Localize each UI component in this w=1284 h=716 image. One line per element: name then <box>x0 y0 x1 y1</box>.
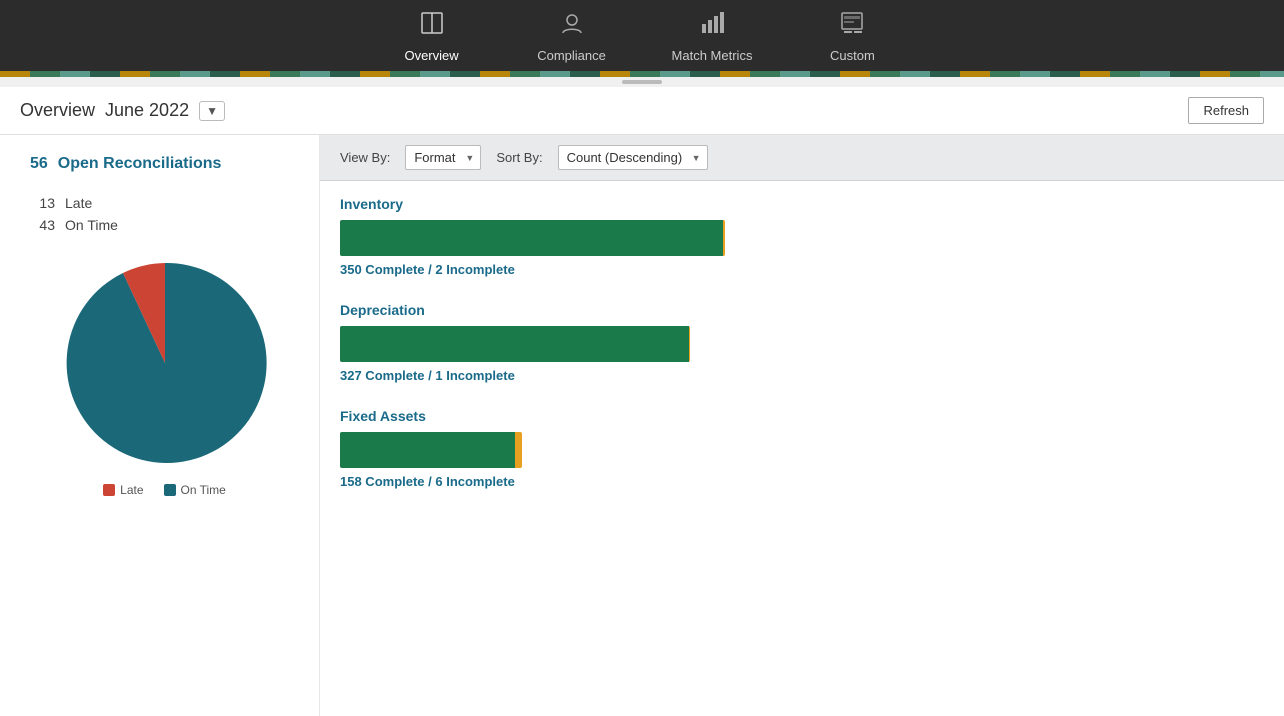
inventory-bar <box>340 220 725 256</box>
main-content: 56 Open Reconciliations 13 Late 43 On Ti… <box>0 135 1284 716</box>
inventory-title: Inventory <box>340 196 1264 212</box>
pie-chart <box>55 253 275 473</box>
sort-by-label: Sort By: <box>496 150 542 165</box>
nav-label-match-metrics: Match Metrics <box>672 48 753 63</box>
inventory-bar-complete <box>340 220 723 256</box>
date-dropdown-button[interactable]: ▼ <box>199 101 225 121</box>
inventory-stat: 350 Complete / 2 Incomplete <box>340 262 1264 277</box>
right-panel: View By: Format Status Owner Sort By: Co… <box>320 135 1284 716</box>
fixed-assets-stat: 158 Complete / 6 Incomplete <box>340 474 1264 489</box>
depreciation-title: Depreciation <box>340 302 1264 318</box>
fixed-assets-bar-complete <box>340 432 515 468</box>
compliance-icon <box>559 10 585 42</box>
sort-by-select[interactable]: Count (Descending) Count (Ascending) Nam… <box>558 145 708 170</box>
pie-chart-container: Late On Time <box>30 253 299 497</box>
open-count: 56 <box>30 155 48 173</box>
nav-label-compliance: Compliance <box>537 48 606 63</box>
legend-late-label: Late <box>120 483 143 497</box>
page-title-area: Overview June 2022 ▼ <box>20 100 225 121</box>
nav-indicator-bar <box>622 80 662 84</box>
page-header: Overview June 2022 ▼ Refresh <box>0 87 1284 135</box>
chart-section-fixed-assets: Fixed Assets 158 Complete / 6 Incomplete <box>340 408 1264 489</box>
view-controls-bar: View By: Format Status Owner Sort By: Co… <box>320 135 1284 181</box>
fixed-assets-bar-incomplete <box>515 432 522 468</box>
nav-indicator <box>0 77 1284 87</box>
ontime-count: 43 <box>30 217 55 233</box>
nav-item-custom[interactable]: Custom <box>812 10 892 63</box>
late-count: 13 <box>30 195 55 211</box>
legend-late-color <box>103 484 115 496</box>
left-panel: 56 Open Reconciliations 13 Late 43 On Ti… <box>0 135 320 716</box>
view-by-label: View By: <box>340 150 390 165</box>
match-metrics-icon <box>699 10 725 42</box>
nav-item-compliance[interactable]: Compliance <box>532 10 612 63</box>
page-title: Overview <box>20 100 95 121</box>
overview-icon <box>419 10 445 42</box>
pie-legend: Late On Time <box>103 483 226 497</box>
refresh-button[interactable]: Refresh <box>1188 97 1264 124</box>
open-reconciliations-label: Open Reconciliations <box>58 155 222 173</box>
depreciation-bar-incomplete <box>689 326 690 362</box>
legend-ontime-label: On Time <box>181 483 226 497</box>
late-label: Late <box>65 195 92 211</box>
legend-late: Late <box>103 483 143 497</box>
page-date: June 2022 <box>105 100 189 121</box>
nav-item-match-metrics[interactable]: Match Metrics <box>672 10 753 63</box>
ontime-label: On Time <box>65 217 118 233</box>
chart-section-inventory: Inventory 350 Complete / 2 Incomplete <box>340 196 1264 277</box>
chart-section-depreciation: Depreciation 327 Complete / 1 Incomplete <box>340 302 1264 383</box>
nav-label-custom: Custom <box>830 48 875 63</box>
fixed-assets-title: Fixed Assets <box>340 408 1264 424</box>
nav-label-overview: Overview <box>404 48 458 63</box>
legend-ontime: On Time <box>164 483 226 497</box>
view-by-select[interactable]: Format Status Owner <box>405 145 481 170</box>
late-stat-row: 13 Late <box>30 195 299 211</box>
custom-icon <box>839 10 865 42</box>
fixed-assets-bar <box>340 432 522 468</box>
legend-ontime-color <box>164 484 176 496</box>
sort-by-select-wrapper: Count (Descending) Count (Ascending) Nam… <box>558 145 708 170</box>
chart-content: Inventory 350 Complete / 2 Incomplete Depr… <box>320 181 1284 529</box>
inventory-bar-incomplete <box>723 220 725 256</box>
view-by-select-wrapper: Format Status Owner <box>405 145 481 170</box>
depreciation-stat: 327 Complete / 1 Incomplete <box>340 368 1264 383</box>
depreciation-bar <box>340 326 690 362</box>
nav-item-overview[interactable]: Overview <box>392 10 472 63</box>
top-navigation: Overview Compliance Match Metrics <box>0 0 1284 71</box>
ontime-stat-row: 43 On Time <box>30 217 299 233</box>
depreciation-bar-complete <box>340 326 689 362</box>
